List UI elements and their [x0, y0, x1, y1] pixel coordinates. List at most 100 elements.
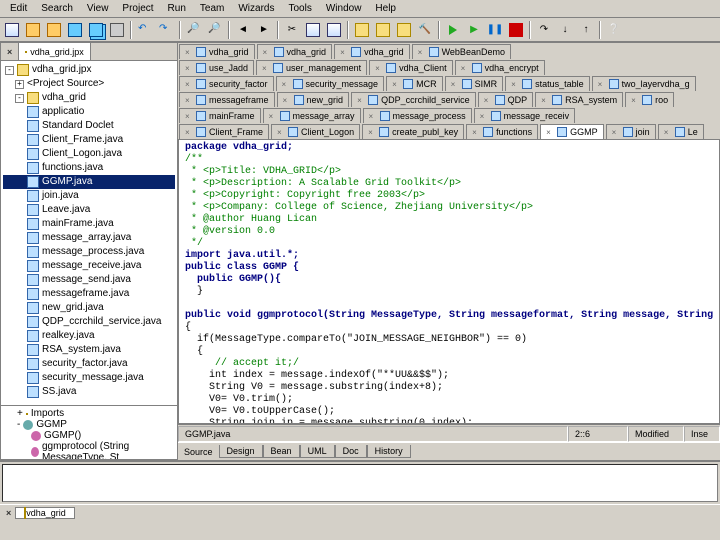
messages-panel[interactable] [2, 464, 718, 502]
saveall-button[interactable] [86, 20, 106, 40]
close-icon[interactable]: × [612, 128, 620, 136]
close-icon[interactable]: × [6, 508, 11, 518]
close-icon[interactable]: × [340, 48, 348, 56]
help-button[interactable]: ❔ [604, 20, 624, 40]
close-icon[interactable]: × [484, 96, 492, 104]
project-tree[interactable]: -vdha_grid.jpx +<Project Source> -vdha_g… [1, 61, 177, 405]
close-icon[interactable]: × [185, 80, 193, 88]
close-icon[interactable]: × [277, 128, 285, 136]
msg-tab-vdha[interactable]: vdha_grid [15, 507, 75, 519]
tree-item[interactable]: Client_Frame.java [3, 133, 175, 147]
close-icon[interactable]: × [283, 96, 291, 104]
paste-button[interactable] [324, 20, 344, 40]
make-button[interactable] [373, 20, 393, 40]
tree-item[interactable]: security_factor.java [3, 357, 175, 371]
build-button[interactable] [352, 20, 372, 40]
close-icon[interactable]: × [472, 128, 480, 136]
undo-button[interactable]: ↶ [135, 20, 155, 40]
tree-item[interactable]: security_message.java [3, 371, 175, 385]
tab-mcr[interactable]: ×MCR [386, 76, 443, 91]
menu-run[interactable]: Run [162, 2, 192, 15]
close-icon[interactable]: × [546, 128, 554, 136]
menu-edit[interactable]: Edit [4, 2, 33, 15]
structure-panel[interactable]: +Imports -GGMP GGMP() ggmprotocol (Strin… [1, 405, 177, 459]
viewtab-uml[interactable]: UML [300, 445, 335, 458]
run-button[interactable] [443, 20, 463, 40]
stepover-button[interactable]: ↷ [534, 20, 554, 40]
viewtab-bean[interactable]: Bean [263, 445, 300, 458]
tab-messageframe[interactable]: ×messageframe [179, 92, 275, 107]
copy-button[interactable] [303, 20, 323, 40]
close-icon[interactable]: × [263, 48, 271, 56]
tree-item[interactable]: SS.java [3, 385, 175, 399]
tree-item[interactable]: -vdha_grid [3, 91, 175, 105]
tab-twolayer[interactable]: ×two_layervdha_g [592, 76, 696, 91]
reopen-button[interactable] [44, 20, 64, 40]
back-button[interactable]: ◄ [233, 20, 253, 40]
tab-msgprocess[interactable]: ×message_process [363, 108, 472, 123]
sidebar-tab-close1[interactable]: × [1, 43, 19, 60]
tab-mainframe[interactable]: ×mainFrame [179, 108, 261, 123]
fwd-button[interactable]: ► [254, 20, 274, 40]
stepinto-button[interactable]: ↓ [555, 20, 575, 40]
tree-item[interactable]: new_grid.java [3, 301, 175, 315]
close-icon[interactable]: × [368, 128, 376, 136]
viewtab-doc[interactable]: Doc [335, 445, 367, 458]
close-icon[interactable]: × [541, 96, 549, 104]
print-button[interactable] [107, 20, 127, 40]
viewtab-history[interactable]: History [367, 445, 411, 458]
outline-ctor[interactable]: GGMP() [3, 430, 175, 441]
tab-qdpccr[interactable]: ×QDP_ccrchild_service [351, 92, 476, 107]
close-icon[interactable]: × [480, 112, 488, 120]
outline-method[interactable]: ggmprotocol (String MessageType, St [3, 441, 175, 459]
sidebar-tab-project[interactable]: vdha_grid.jpx [19, 43, 91, 60]
tab-simr[interactable]: ×SIMR [445, 76, 504, 91]
menu-search[interactable]: Search [35, 2, 79, 15]
rebuild-button[interactable] [394, 20, 414, 40]
close-icon[interactable]: × [282, 80, 290, 88]
redo-button[interactable]: ↷ [156, 20, 176, 40]
debug-button[interactable]: ▶ [464, 20, 484, 40]
tab-usermgmt[interactable]: ×user_management [256, 60, 367, 75]
tree-item[interactable]: Client_Logon.java [3, 147, 175, 161]
tree-item[interactable]: Leave.java [3, 203, 175, 217]
close-icon[interactable]: × [598, 80, 606, 88]
viewtab-source[interactable]: Source [184, 447, 213, 457]
tree-item[interactable]: RSA_system.java [3, 343, 175, 357]
tab-statustable[interactable]: ×status_table [505, 76, 590, 91]
tab-msgreceiv[interactable]: ×message_receiv [474, 108, 576, 123]
tree-item[interactable]: message_process.java [3, 245, 175, 259]
tree-item[interactable]: mainFrame.java [3, 217, 175, 231]
tab-createpubkey[interactable]: ×create_publ_key [362, 124, 464, 139]
close-icon[interactable]: × [392, 80, 400, 88]
tab-functions[interactable]: ×functions [466, 124, 538, 139]
stepout-button[interactable]: ↑ [576, 20, 596, 40]
close-icon[interactable]: × [631, 96, 639, 104]
tab-vdha-grid2[interactable]: ×vdha_grid [257, 44, 333, 59]
pause-button[interactable]: ❚❚ [485, 20, 505, 40]
tree-item[interactable]: message_array.java [3, 231, 175, 245]
close-icon[interactable]: × [185, 96, 193, 104]
tab-vdhaclient[interactable]: ×vdha_Client [369, 60, 453, 75]
viewtab-design[interactable]: Design [219, 445, 263, 458]
menu-project[interactable]: Project [116, 2, 159, 15]
tree-item[interactable]: functions.java [3, 161, 175, 175]
open-button[interactable] [23, 20, 43, 40]
tree-item[interactable]: join.java [3, 189, 175, 203]
close-icon[interactable]: × [375, 64, 383, 72]
tab-rsa[interactable]: ×RSA_system [535, 92, 623, 107]
tab-clientframe[interactable]: ×Client_Frame [179, 124, 269, 139]
tab-usejadd[interactable]: ×use_Jadd [179, 60, 254, 75]
close-icon[interactable]: × [185, 112, 193, 120]
tab-roo[interactable]: ×roo [625, 92, 674, 107]
tab-vdha-grid3[interactable]: ×vdha_grid [334, 44, 410, 59]
close-icon[interactable]: × [451, 80, 459, 88]
close-icon[interactable]: × [269, 112, 277, 120]
tab-vdha-grid[interactable]: ×vdha_grid [179, 44, 255, 59]
tree-item[interactable]: realkey.java [3, 329, 175, 343]
tree-item[interactable]: message_send.java [3, 273, 175, 287]
tab-qdp[interactable]: ×QDP [478, 92, 534, 107]
menu-wizards[interactable]: Wizards [232, 2, 280, 15]
tab-le[interactable]: ×Le [658, 124, 704, 139]
tree-root[interactable]: -vdha_grid.jpx [3, 63, 175, 77]
